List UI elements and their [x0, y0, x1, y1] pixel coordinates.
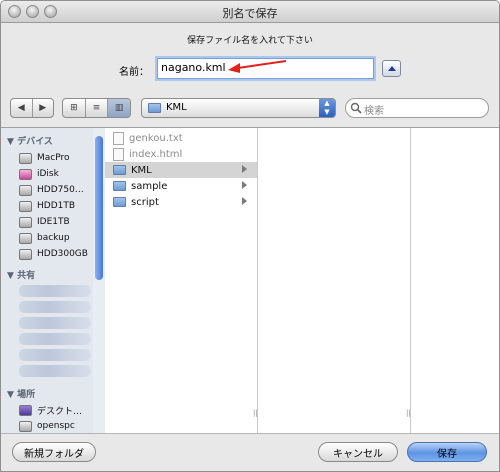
shared-item-blurred[interactable] — [19, 301, 91, 313]
list-item[interactable]: KML — [105, 162, 257, 178]
hard-drive-icon — [19, 248, 32, 260]
sidebar-header-devices: ▼ デバイス — [7, 137, 53, 147]
forward-icon[interactable]: ▶ — [33, 99, 54, 117]
search-placeholder: 検索 — [364, 106, 384, 117]
window-title: 別名で保存 — [222, 7, 278, 20]
chevron-right-icon — [242, 165, 247, 173]
new-folder-button[interactable]: 新規フォルダ — [12, 442, 96, 462]
file-browser: ▼ デバイス MacPro iDisk HDD750… HDD1TB IDE1T… — [1, 127, 499, 433]
title-bar: 別名で保存 — [1, 1, 499, 23]
shared-item-blurred[interactable] — [19, 349, 91, 361]
column-resize-handle[interactable]: || — [406, 409, 411, 417]
column-view-icon[interactable]: ▥ — [108, 99, 130, 117]
search-field[interactable]: 検索 — [345, 98, 489, 118]
folder-icon — [113, 165, 126, 175]
chevron-right-icon — [242, 197, 247, 205]
collapse-disclosure-button[interactable] — [382, 60, 401, 77]
location-popup[interactable]: KML ▲ ▼ — [141, 98, 336, 118]
name-label: 名前： — [119, 67, 149, 78]
save-prompt: 保存ファイル名を入れて下さい — [187, 36, 313, 46]
icon-view-icon[interactable]: ⊞ — [63, 99, 86, 117]
browser-column-1: genkou.txt index.html KML sample script … — [105, 128, 258, 433]
idisk-icon — [19, 168, 32, 180]
folder-icon — [148, 103, 161, 113]
location-popup-label: KML — [166, 102, 187, 113]
column-resize-handle[interactable]: || — [253, 409, 258, 417]
list-item[interactable]: script — [105, 194, 257, 210]
sidebar: ▼ デバイス MacPro iDisk HDD750… HDD1TB IDE1T… — [1, 128, 105, 433]
sidebar-item-desktop[interactable]: デスクト… — [19, 402, 82, 418]
hard-drive-icon — [19, 216, 32, 228]
shared-item-blurred[interactable] — [19, 317, 91, 329]
list-item[interactable]: sample — [105, 178, 257, 194]
hard-drive-icon — [19, 232, 32, 244]
document-icon — [113, 147, 124, 161]
home-icon — [19, 420, 32, 432]
save-dialog: 別名で保存 保存ファイル名を入れて下さい 名前： nagano.kml ◀ ▶ … — [0, 0, 500, 472]
browser-column-2: || — [258, 128, 411, 433]
sidebar-item-hdd1tb[interactable]: HDD1TB — [19, 198, 75, 214]
folder-icon — [113, 197, 126, 207]
sidebar-header-shared: ▼ 共有 — [7, 271, 36, 281]
shared-item-blurred[interactable] — [19, 333, 91, 345]
popup-arrows-icon: ▲ ▼ — [319, 99, 335, 117]
shared-item-blurred[interactable] — [19, 285, 91, 297]
back-forward-control: ◀ ▶ — [10, 98, 54, 118]
folder-icon — [113, 181, 126, 191]
document-icon — [113, 131, 124, 145]
sidebar-header-places: ▼ 場所 — [7, 390, 36, 400]
list-item[interactable]: genkou.txt — [105, 130, 257, 146]
sidebar-item-backup[interactable]: backup — [19, 230, 70, 246]
shared-item-blurred[interactable] — [19, 365, 91, 377]
view-mode-control: ⊞ ≡ ▥ — [62, 98, 131, 118]
hard-drive-icon — [19, 152, 32, 164]
sidebar-item-hdd750[interactable]: HDD750… — [19, 182, 84, 198]
cancel-button[interactable]: キャンセル — [318, 442, 398, 462]
red-annotation-arrow — [228, 60, 287, 73]
sidebar-item-ide1tb[interactable]: IDE1TB — [19, 214, 70, 230]
sidebar-item-idisk[interactable]: iDisk — [19, 166, 59, 182]
chevron-right-icon — [242, 181, 247, 189]
sidebar-scroll-thumb[interactable] — [95, 136, 103, 280]
list-item[interactable]: index.html — [105, 146, 257, 162]
sidebar-item-macpro[interactable]: MacPro — [19, 150, 70, 166]
back-icon[interactable]: ◀ — [11, 99, 33, 117]
desktop-icon — [19, 404, 32, 416]
list-view-icon[interactable]: ≡ — [86, 99, 109, 117]
search-icon — [350, 102, 362, 114]
sidebar-item-hdd300gb[interactable]: HDD300GB — [19, 246, 88, 262]
browser-column-3 — [411, 128, 499, 433]
sidebar-item-home[interactable]: openspc — [19, 418, 75, 434]
hard-drive-icon — [19, 184, 32, 196]
save-button[interactable]: 保存 — [407, 442, 487, 462]
hard-drive-icon — [19, 200, 32, 212]
